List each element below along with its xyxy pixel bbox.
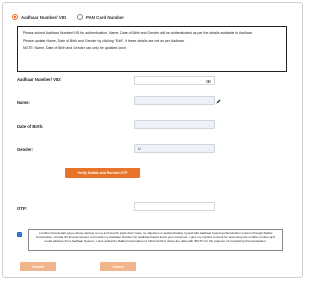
cancel-button[interactable]: Cancel bbox=[100, 262, 136, 271]
option-aadhaar[interactable]: Aadhaar Number/ VID bbox=[12, 14, 66, 20]
notice-line-3: NOTE: Name, Date of Birth and Gender can… bbox=[23, 46, 127, 51]
name-input[interactable] bbox=[134, 96, 215, 105]
otp-input[interactable] bbox=[134, 202, 215, 211]
consent-checkbox[interactable] bbox=[17, 232, 22, 237]
option-pan[interactable]: PAN Card Number bbox=[77, 14, 124, 20]
verify-otp-button[interactable]: Verify Details and Receive OTP bbox=[65, 168, 140, 178]
aadhaar-label: Aadhaar Number/ VID: bbox=[17, 77, 62, 82]
dob-input[interactable] bbox=[134, 120, 215, 129]
option-aadhaar-label: Aadhaar Number/ VID bbox=[21, 14, 67, 20]
option-pan-label: PAN Card Number bbox=[86, 14, 124, 20]
radio-pan[interactable] bbox=[77, 14, 83, 20]
gender-input[interactable]: M bbox=[134, 144, 215, 153]
radio-aadhaar[interactable] bbox=[12, 14, 18, 20]
eye-icon[interactable] bbox=[206, 80, 211, 83]
pencil-icon[interactable] bbox=[216, 99, 221, 104]
gender-label: Gender: bbox=[17, 147, 34, 152]
submit-button[interactable]: Submit bbox=[20, 262, 56, 271]
notice-box: Please submit Aadhaar Number/VID for aut… bbox=[17, 26, 287, 72]
consent-text: I confirm that details given above belon… bbox=[28, 229, 283, 251]
name-label: Name: bbox=[17, 100, 30, 105]
notice-line-2: Please update Name, Date of Birth and Ge… bbox=[23, 38, 185, 43]
otp-label: OTP: bbox=[17, 206, 28, 211]
notice-line-1: Please submit Aadhaar Number/VID for aut… bbox=[23, 31, 253, 35]
dob-label: Date of Birth: bbox=[17, 124, 44, 129]
aadhaar-input[interactable] bbox=[134, 76, 215, 85]
